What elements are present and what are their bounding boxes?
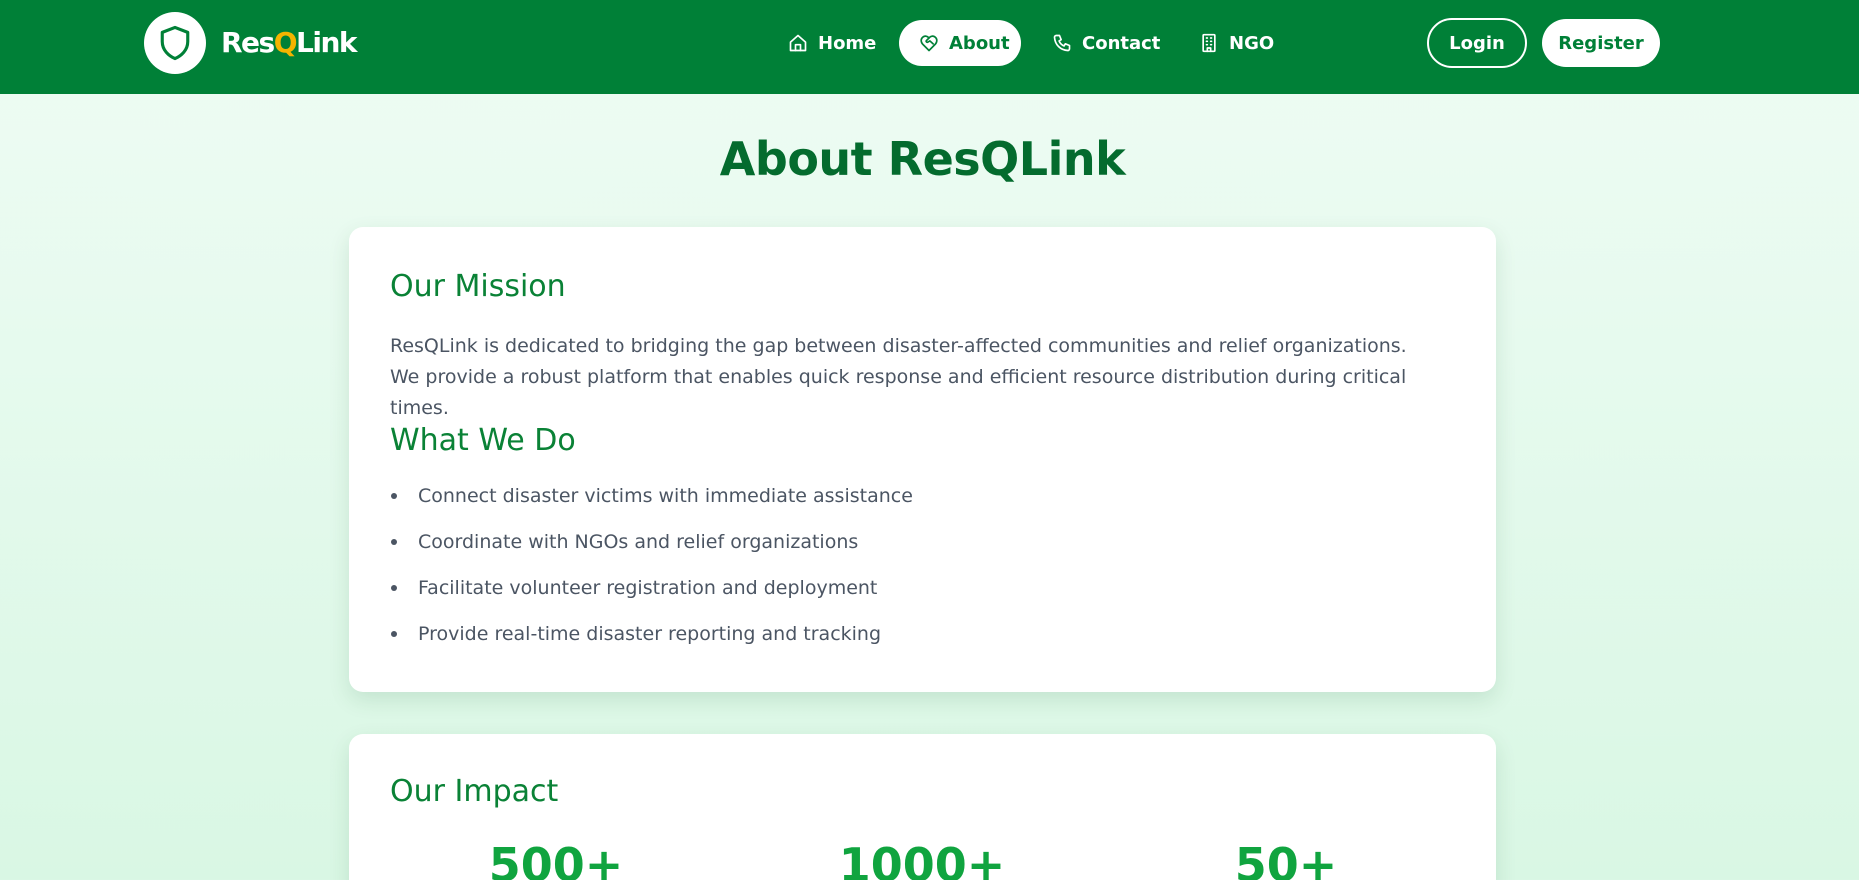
list-item: Connect disaster victims with immediate … xyxy=(390,483,913,529)
nav-ngo-label: NGO xyxy=(1229,32,1275,54)
impact-heading: Our Impact xyxy=(390,774,559,809)
what-we-do-list: Connect disaster victims with immediate … xyxy=(390,483,913,667)
impact-stat-value: 50+ xyxy=(1234,838,1338,880)
nav-contact-label: Contact xyxy=(1082,32,1161,54)
list-item: Provide real-time disaster reporting and… xyxy=(390,621,913,667)
home-icon xyxy=(789,34,807,52)
register-button[interactable]: Register xyxy=(1542,19,1660,67)
nav-ngo[interactable]: NGO xyxy=(1179,20,1294,66)
brand-part-1: Res xyxy=(221,26,275,59)
brand-part-2: Link xyxy=(296,26,358,59)
nav-contact[interactable]: Contact xyxy=(1032,20,1180,66)
phone-icon xyxy=(1053,34,1071,52)
list-item: Facilitate volunteer registration and de… xyxy=(390,575,913,621)
list-item: Coordinate with NGOs and relief organiza… xyxy=(390,529,913,575)
login-button[interactable]: Login xyxy=(1427,18,1527,68)
nav-home-label: Home xyxy=(818,32,877,54)
brand-q: Q xyxy=(273,26,298,59)
mission-heading: Our Mission xyxy=(390,269,566,304)
mission-card: Our Mission ResQLink is dedicated to bri… xyxy=(349,227,1496,692)
navbar: ResQLink Home About Contact NGO Login Re… xyxy=(0,0,1859,94)
page-title: About ResQLink xyxy=(719,132,1126,186)
brand-name[interactable]: ResQLink xyxy=(221,24,358,62)
nav-about-label: About xyxy=(949,32,1010,54)
logo[interactable] xyxy=(144,12,206,74)
impact-stat-value: 1000+ xyxy=(838,838,1006,880)
nav-about[interactable]: About xyxy=(899,20,1021,66)
mission-text: ResQLink is dedicated to bridging the ga… xyxy=(390,335,1407,419)
shield-icon xyxy=(160,25,190,61)
nav-home[interactable]: Home xyxy=(768,20,896,66)
impact-stat-value: 500+ xyxy=(488,838,624,880)
building-icon xyxy=(1202,33,1216,53)
what-we-do-heading: What We Do xyxy=(390,423,576,458)
heart-handshake-icon xyxy=(920,35,938,52)
impact-card: Our Impact 500+ 1000+ 50+ xyxy=(349,734,1496,880)
